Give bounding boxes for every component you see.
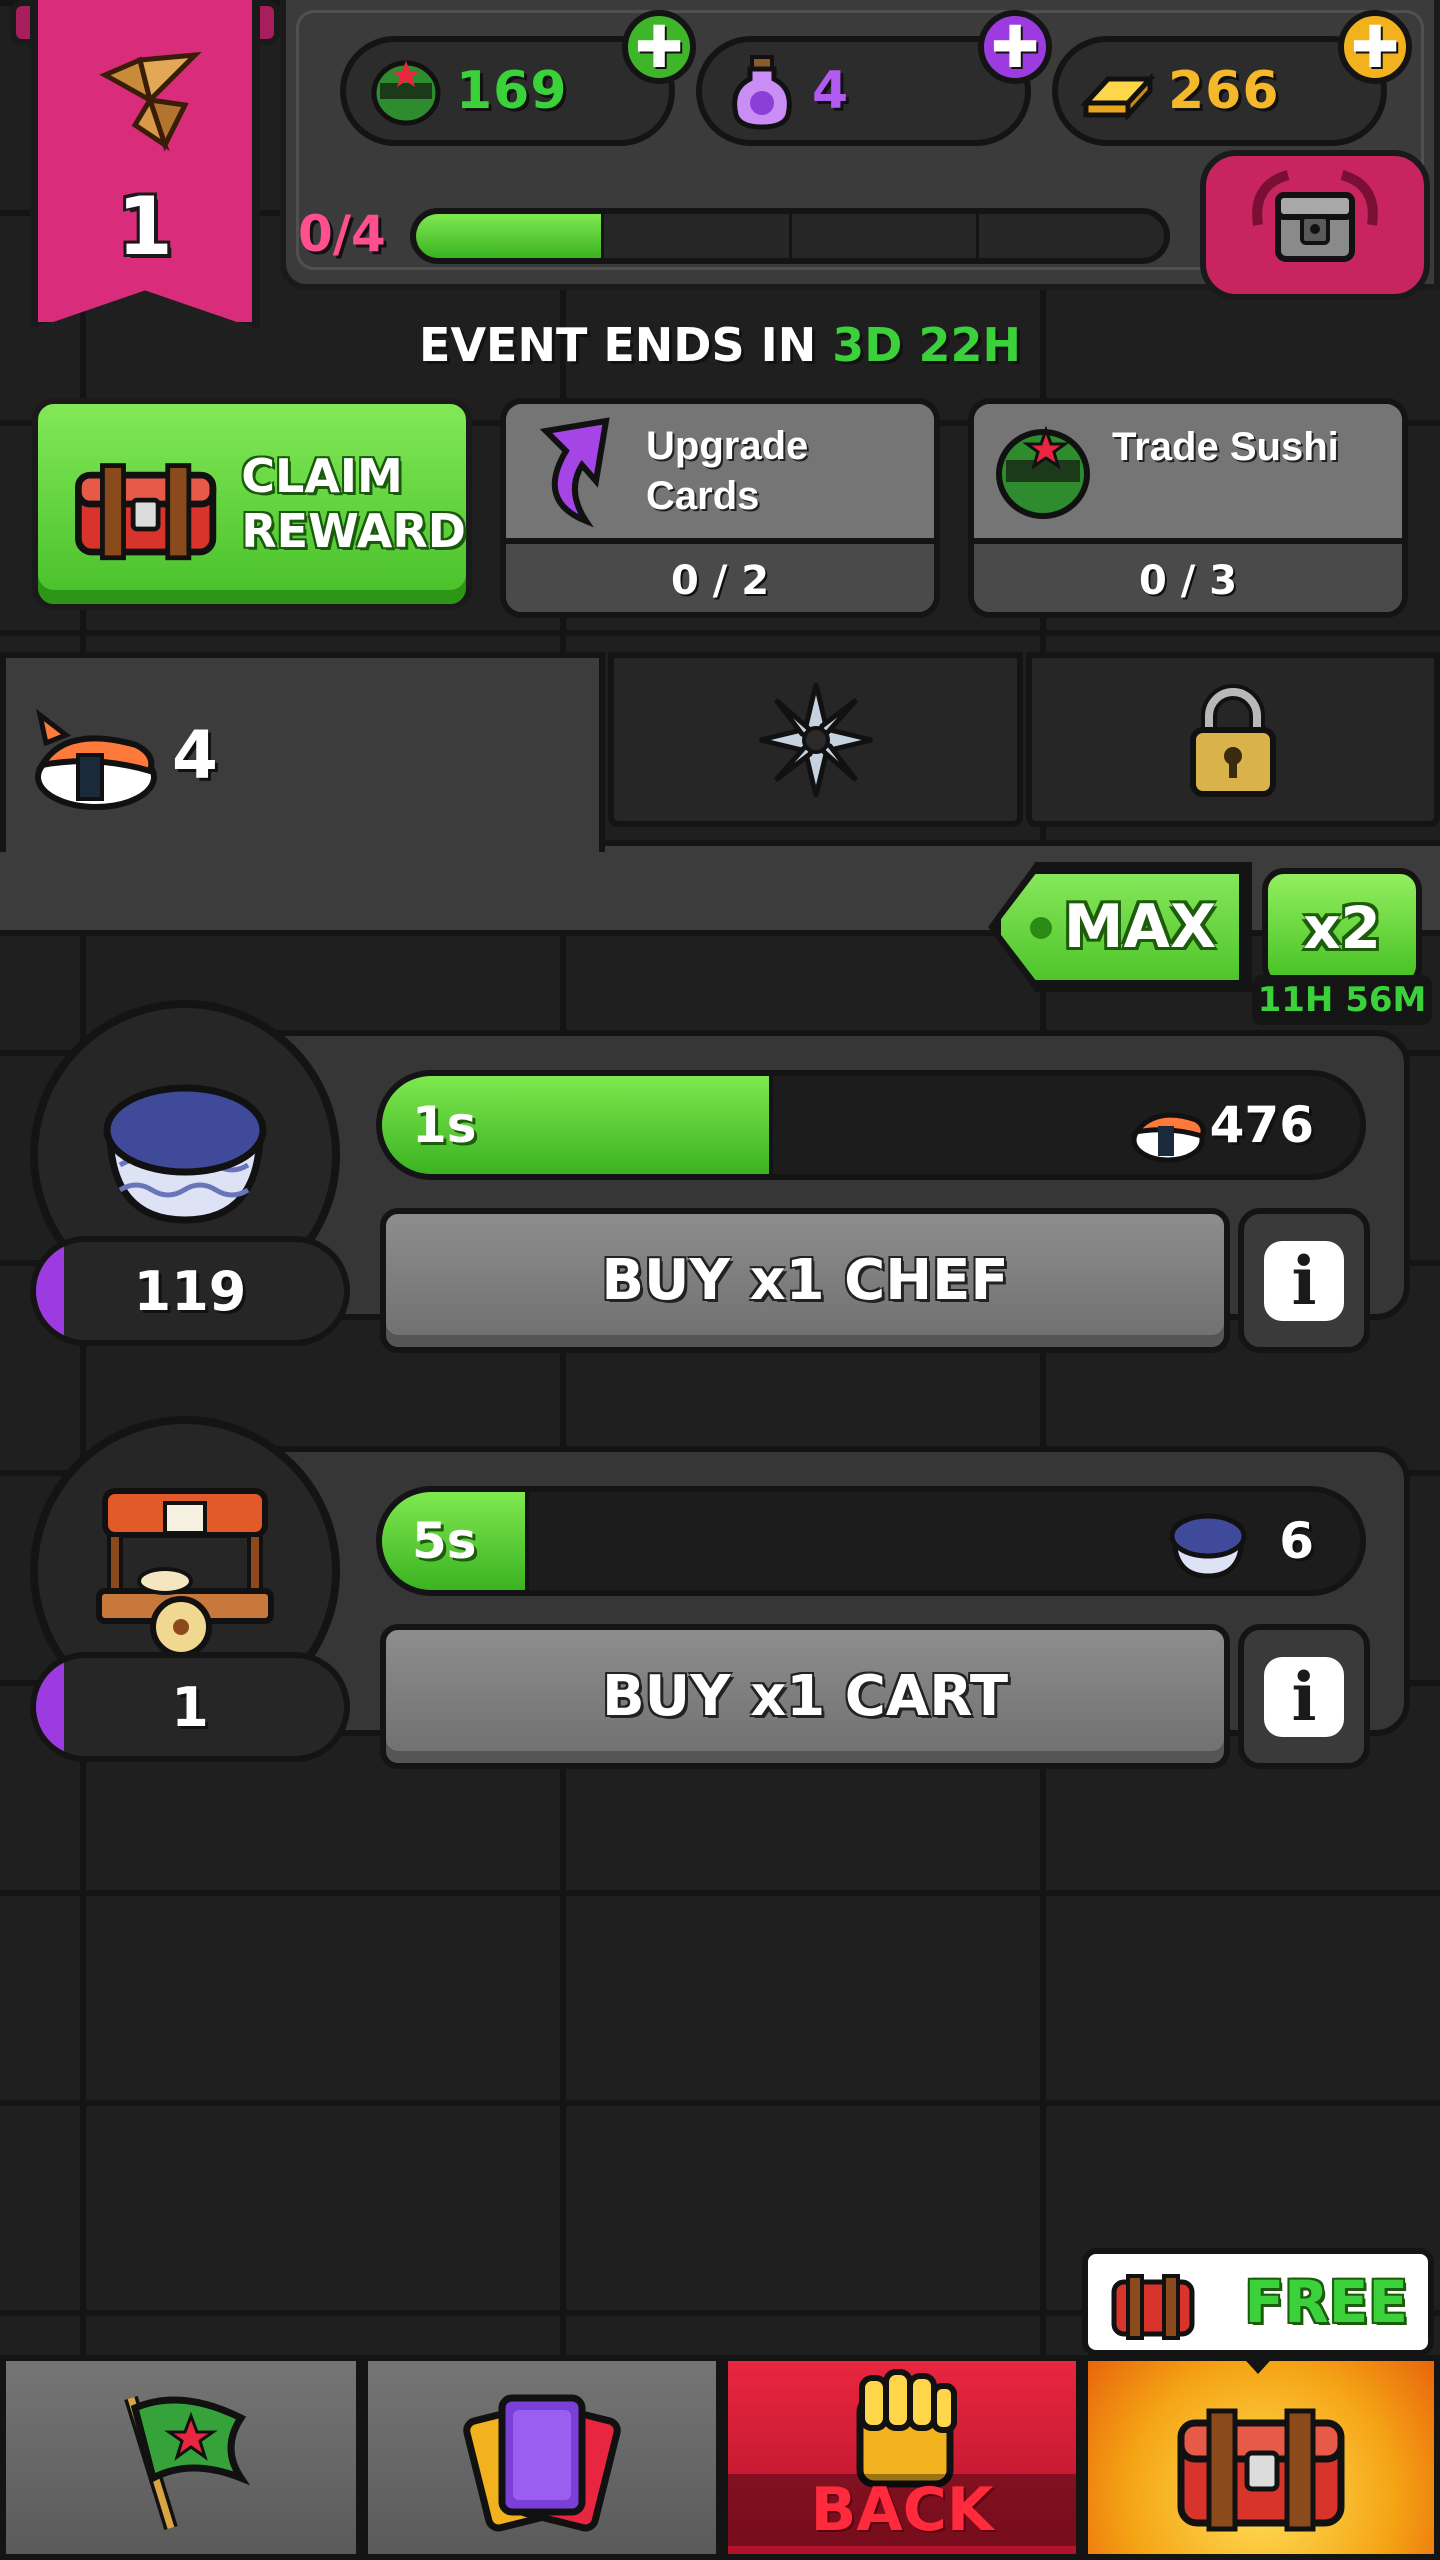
chef-production-bar: 1s 476: [376, 1070, 1366, 1180]
chef-info-button[interactable]: i: [1238, 1208, 1370, 1353]
ninja-mask-icon: [996, 425, 1090, 519]
milestone-chest-button[interactable]: [1200, 150, 1430, 300]
gold-bar-icon: [1080, 72, 1156, 122]
info-icon: i: [1264, 1240, 1344, 1321]
buy-cart-button[interactable]: BUY x1 CART: [380, 1624, 1230, 1769]
claim-label-line1: CLAIM: [241, 448, 403, 503]
sushi-icon: [1130, 1112, 1206, 1163]
x2-boost-button[interactable]: x2: [1262, 868, 1422, 988]
level-number: 1: [117, 180, 173, 273]
info-icon: i: [1264, 1656, 1344, 1737]
chef-owned-value: 119: [133, 1259, 247, 1323]
cart-cycle-time: 5s: [412, 1512, 477, 1570]
xp-progress-label: 0/4: [298, 205, 386, 263]
upgrade-cards-progress: 0 / 2: [506, 544, 934, 612]
plus-icon: ✚: [990, 13, 1040, 81]
event-ends-label: EVENT ENDS IN: [419, 318, 817, 372]
add-ninja-token-button[interactable]: ✚: [622, 10, 696, 84]
upgrade-cards-header: Upgrade Cards: [506, 404, 934, 544]
xp-progress-bar: [410, 208, 1170, 264]
chef-cycle-time: 1s: [412, 1096, 477, 1154]
xp-segment: [416, 214, 604, 258]
tab-shuriken[interactable]: [608, 652, 1023, 827]
event-hours: 22H: [918, 318, 1021, 372]
potion-icon: [732, 55, 792, 130]
add-potion-button[interactable]: ✚: [978, 10, 1052, 84]
upgrade-label-line2: Cards: [646, 474, 760, 518]
cart-owned-value: 1: [171, 1675, 209, 1739]
noodle-cart-icon: [96, 1488, 274, 1658]
chest-icon: [1111, 2274, 1195, 2340]
trade-sushi-header: Trade Sushi: [974, 404, 1402, 544]
trade-sushi-progress: 0 / 3: [974, 544, 1402, 612]
max-tag-hole: [1030, 917, 1052, 939]
cart-yield-value: 6: [1279, 1512, 1314, 1570]
chest-icon: [75, 463, 217, 561]
tab-sushi[interactable]: 4: [0, 652, 605, 852]
chest-icon: [1177, 2408, 1345, 2531]
chef-hat-icon: [103, 1084, 267, 1224]
locked-chest-icon: [1252, 170, 1378, 262]
nav-back-button[interactable]: BACK: [722, 2355, 1082, 2560]
free-label: FREE: [1244, 2268, 1408, 2336]
flag-icon: [124, 2395, 251, 2530]
nav-missions-button[interactable]: [0, 2355, 362, 2560]
claim-label-line2: REWARD: [241, 504, 466, 558]
back-label: BACK: [728, 2474, 1076, 2546]
shuriken-icon: [758, 682, 873, 797]
upgrade-arrow-icon: [539, 417, 610, 528]
cart-owned-count: 1: [30, 1652, 350, 1762]
xp-segment: [979, 214, 1164, 258]
chef-yield-value: 476: [1209, 1096, 1314, 1154]
claim-reward-label: CLAIM REWARD: [241, 449, 466, 559]
nav-cards-button[interactable]: [362, 2355, 722, 2560]
trade-sushi-label: Trade Sushi: [1112, 425, 1339, 469]
chef-hat-icon: [1169, 1513, 1247, 1579]
upgrade-label-line1: Upgrade: [646, 424, 809, 468]
x2-label: x2: [1303, 894, 1381, 962]
event-days: 3D: [832, 318, 903, 372]
free-chest-tooltip: FREE: [1082, 2248, 1434, 2374]
ninja-token-value: 169: [456, 61, 568, 121]
plus-icon: ✚: [634, 13, 684, 81]
cart-production-bar: 5s 6: [376, 1486, 1366, 1596]
upgrade-cards-task[interactable]: Upgrade Cards 0 / 2: [500, 398, 940, 618]
chef-owned-count: 119: [30, 1236, 350, 1346]
ninja-mask-icon: [371, 60, 441, 126]
xp-segment: [604, 214, 792, 258]
padlock-icon: [1190, 683, 1276, 797]
gold-counter: 266: [1052, 36, 1387, 146]
origami-crane-icon: [99, 51, 202, 152]
sushi-icon: [35, 708, 157, 810]
xp-segment: [792, 214, 980, 258]
buy-chef-button[interactable]: BUY x1 CHEF: [380, 1208, 1230, 1353]
cart-info-button[interactable]: i: [1238, 1624, 1370, 1769]
plus-icon: ✚: [1350, 13, 1400, 81]
gold-value: 266: [1168, 61, 1280, 121]
nav-free-chest-button[interactable]: [1082, 2355, 1440, 2560]
x2-boost-timer: 11H 56M: [1252, 975, 1432, 1025]
tab-locked[interactable]: [1026, 652, 1440, 827]
upgrade-cards-label: Upgrade Cards: [646, 421, 808, 521]
cards-icon: [463, 2394, 621, 2531]
add-gold-button[interactable]: ✚: [1338, 10, 1412, 84]
trade-sushi-task[interactable]: Trade Sushi 0 / 3: [968, 398, 1408, 618]
sushi-count: 4: [172, 716, 218, 794]
potion-value: 4: [812, 61, 850, 121]
event-timer: EVENT ENDS IN 3D 22H: [0, 318, 1440, 372]
claim-reward-button[interactable]: CLAIM REWARD: [32, 398, 472, 610]
